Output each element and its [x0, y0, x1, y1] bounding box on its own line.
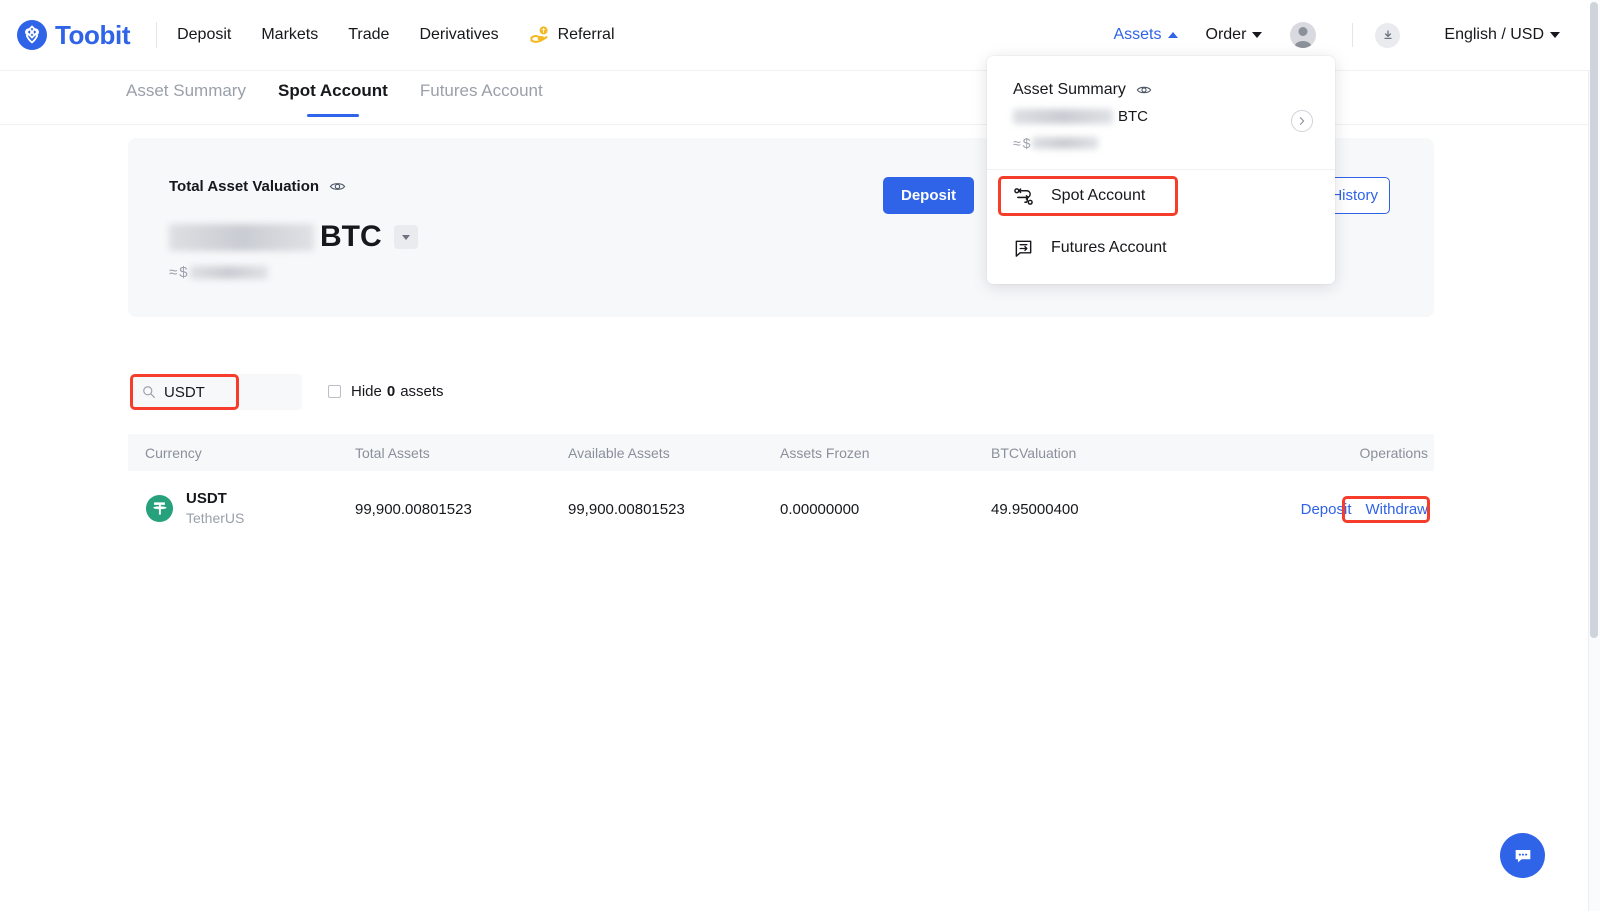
dropdown-item-futures-account[interactable]: Futures Account	[987, 222, 1335, 274]
header-right-actions: Assets Order English / USD	[1099, 22, 1590, 48]
search-input[interactable]: USDT	[130, 374, 302, 410]
dropdown-usd-symbol: $	[1023, 135, 1031, 151]
chevron-down-icon	[1252, 32, 1262, 38]
language-currency-label: English / USD	[1444, 26, 1544, 44]
hide-zero-assets-checkbox-row[interactable]: Hide 0 assets	[328, 383, 444, 400]
eye-icon[interactable]	[329, 178, 346, 195]
dropdown-btc-amount: 0.00000000	[1013, 109, 1113, 124]
chevron-up-icon	[1168, 32, 1178, 38]
tab-futures-account[interactable]: Futures Account	[420, 71, 543, 117]
row-deposit-link[interactable]: Deposit	[1301, 501, 1352, 518]
assets-table-header: Currency Total Assets Available Assets A…	[128, 434, 1434, 471]
order-menu-label: Order	[1206, 26, 1247, 44]
download-app-icon[interactable]	[1375, 23, 1400, 48]
column-header-currency: Currency	[145, 445, 202, 461]
total-btc-unit: BTC	[320, 220, 382, 254]
account-tabs: Asset Summary Spot Account Futures Accou…	[0, 71, 1590, 125]
card-title-row: Total Asset Valuation	[169, 178, 346, 195]
cell-currency-symbol: USDT	[186, 489, 244, 509]
cell-operations: Deposit Withdraw	[1301, 501, 1428, 518]
dropdown-usd-approx: ≈	[1013, 135, 1021, 151]
usd-approx-symbol: ≈	[169, 264, 177, 281]
column-header-btc-valuation: BTCValuation	[991, 445, 1076, 461]
dropdown-spot-account-label: Spot Account	[1051, 187, 1145, 205]
assets-menu-label: Assets	[1113, 26, 1161, 44]
tab-asset-summary[interactable]: Asset Summary	[126, 71, 246, 117]
dropdown-usd-amount: 0.00	[1032, 137, 1098, 149]
nav-item-markets[interactable]: Markets	[261, 26, 318, 44]
header-divider	[156, 22, 157, 48]
column-header-available-assets: Available Assets	[568, 445, 670, 461]
search-input-value: USDT	[164, 384, 205, 401]
top-header: Toobit Deposit Markets Trade Derivatives…	[0, 0, 1590, 71]
order-menu-button[interactable]: Order	[1192, 26, 1277, 44]
nav-item-trade[interactable]: Trade	[348, 26, 389, 44]
nav-item-referral[interactable]: Referral	[529, 24, 615, 46]
spot-account-icon	[1013, 186, 1034, 207]
brand-logo[interactable]: Toobit	[16, 19, 130, 51]
column-header-operations: Operations	[1360, 445, 1428, 461]
total-usd-value: ≈ $ 0.00	[169, 264, 268, 281]
cell-currency: USDT TetherUS	[145, 489, 244, 528]
cell-assets-frozen: 0.00000000	[780, 501, 859, 518]
total-btc-value: 0.00000000 BTC	[169, 220, 418, 254]
search-icon	[142, 385, 156, 399]
download-arrow-icon	[1381, 28, 1395, 42]
dropdown-summary-title: Asset Summary	[1013, 81, 1126, 99]
cell-total-assets: 99,900.00801523	[355, 501, 472, 518]
deposit-button[interactable]: Deposit	[883, 177, 974, 214]
nav-referral-label: Referral	[558, 26, 615, 44]
dropdown-futures-account-label: Futures Account	[1051, 239, 1167, 257]
tab-spot-account[interactable]: Spot Account	[278, 71, 388, 117]
cell-currency-name: TetherUS	[186, 509, 244, 528]
main-nav: Deposit Markets Trade Derivatives Referr…	[177, 24, 614, 46]
cell-available-assets: 99,900.00801523	[568, 501, 685, 518]
chat-bubble-glyph	[1512, 845, 1534, 867]
dropdown-btc-value: 0.00000000 BTC	[1013, 108, 1311, 125]
nav-item-derivatives[interactable]: Derivatives	[419, 26, 498, 44]
chevron-right-icon[interactable]	[1291, 110, 1313, 132]
page-title: Total Asset Valuation	[169, 178, 319, 195]
column-header-total-assets: Total Assets	[355, 445, 430, 461]
dropdown-item-spot-account[interactable]: Spot Account	[987, 170, 1335, 222]
scrollbar-thumb[interactable]	[1590, 2, 1598, 638]
hide-zero-count: 0	[387, 383, 395, 400]
usd-currency-symbol: $	[179, 264, 187, 281]
total-usd-amount: 0.00	[190, 266, 268, 279]
dropdown-summary-title-row: Asset Summary	[1013, 81, 1311, 99]
assets-menu-button[interactable]: Assets	[1099, 26, 1191, 44]
dropdown-btc-unit: BTC	[1118, 108, 1148, 125]
dropdown-asset-summary-section[interactable]: Asset Summary 0.00000000 BTC ≈ $ 0.00	[987, 56, 1335, 170]
chevron-right-glyph	[1297, 116, 1307, 126]
currency-unit-selector[interactable]	[394, 225, 418, 249]
dropdown-usd-value: ≈ $ 0.00	[1013, 135, 1311, 151]
cell-btc-valuation: 49.95000400	[991, 501, 1079, 518]
table-row: USDT TetherUS 99,900.00801523 99,900.008…	[128, 480, 1434, 540]
hide-zero-prefix: Hide	[351, 383, 382, 400]
chevron-down-icon-lang	[1550, 32, 1560, 38]
chat-bubble-icon[interactable]	[1500, 833, 1545, 878]
hand-coin-icon	[529, 24, 551, 46]
page-scrollbar[interactable]	[1588, 0, 1600, 911]
nav-item-deposit[interactable]: Deposit	[177, 26, 231, 44]
column-header-assets-frozen: Assets Frozen	[780, 445, 869, 461]
assets-dropdown-menu: Asset Summary 0.00000000 BTC ≈ $ 0.00	[987, 56, 1335, 284]
usdt-coin-icon	[145, 494, 174, 523]
brand-name: Toobit	[55, 20, 130, 51]
user-avatar-icon[interactable]	[1290, 22, 1316, 48]
hide-zero-suffix: assets	[400, 383, 443, 400]
hide-zero-assets-checkbox[interactable]	[328, 385, 341, 398]
total-btc-amount: 0.00000000	[169, 224, 314, 251]
futures-account-icon	[1013, 238, 1034, 259]
toobit-logo-icon	[16, 19, 48, 51]
eye-icon-dropdown[interactable]	[1136, 82, 1152, 98]
row-withdraw-link[interactable]: Withdraw	[1365, 501, 1428, 518]
header-divider-2	[1352, 23, 1353, 47]
language-currency-selector[interactable]: English / USD	[1430, 26, 1574, 44]
